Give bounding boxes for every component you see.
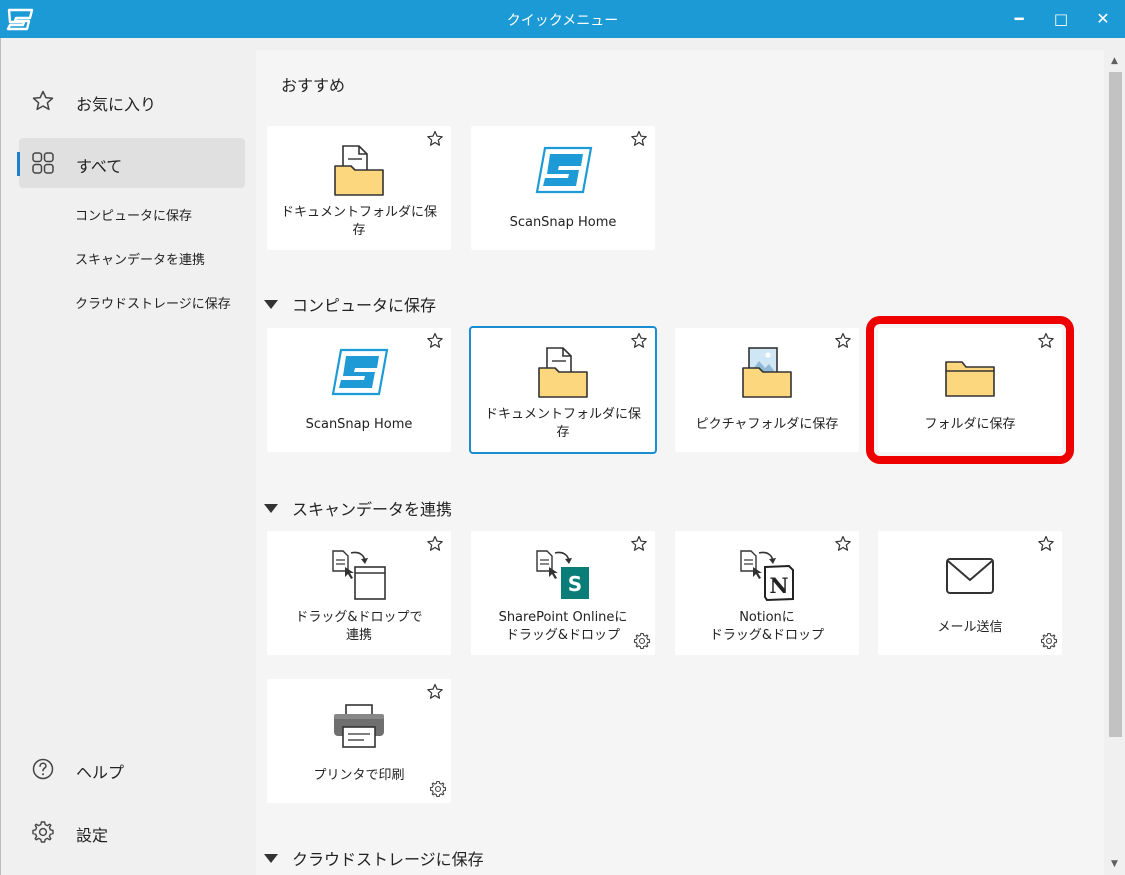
star-icon[interactable]: [1037, 535, 1055, 553]
sidebar-item-settings[interactable]: 設定: [19, 807, 245, 857]
sidebar-item-help[interactable]: ヘルプ: [19, 744, 245, 794]
card-document-folder[interactable]: ドキュメントフォルダに保 存: [267, 126, 451, 250]
star-icon[interactable]: [630, 535, 648, 553]
gear-icon: [32, 821, 54, 843]
document-folder-icon: [538, 347, 588, 398]
scroll-up-icon[interactable]: ▲: [1104, 52, 1125, 70]
star-icon[interactable]: [426, 535, 444, 553]
sidebar-item-label: お気に入り: [76, 95, 157, 114]
sidebar-item-all[interactable]: すべて: [19, 138, 245, 188]
sidebar-subitem-save-to-computer[interactable]: コンピュータに保存: [75, 205, 192, 224]
sidebar-subitem-link-scan-data[interactable]: スキャンデータを連携: [75, 249, 205, 268]
svg-text:S: S: [568, 572, 582, 596]
picture-folder-icon: [742, 347, 792, 398]
card-scansnap-home[interactable]: ScanSnap Home: [471, 126, 655, 250]
sidebar-item-label: ヘルプ: [76, 763, 125, 782]
card-label: プリンタで印刷: [313, 768, 405, 783]
card-label: Notionに ドラッグ&ドロップ: [709, 610, 825, 643]
minimize-icon[interactable]: ━: [1004, 4, 1034, 34]
sidebar-subitem-save-to-cloud[interactable]: クラウドストレージに保存: [75, 293, 231, 312]
settings-gear-icon[interactable]: [633, 632, 651, 650]
sidebar: お気に入り すべて コンピュータに保存 スキャンデータを連携 クラウドストレージ…: [0, 38, 256, 875]
star-icon[interactable]: [426, 683, 444, 701]
mail-icon: [946, 558, 994, 594]
active-indicator: [17, 152, 20, 176]
card-sharepoint-online[interactable]: S SharePoint Onlineに ドラッグ&ドロップ: [471, 531, 655, 655]
notion-icon: N: [740, 550, 794, 602]
close-icon[interactable]: ✕: [1088, 4, 1118, 34]
card-document-folder-selected[interactable]: ドキュメントフォルダに保 存: [469, 326, 657, 454]
card-label: ドキュメントフォルダに保 存: [484, 407, 641, 440]
star-icon[interactable]: [630, 332, 648, 350]
vertical-scrollbar[interactable]: ▲ ▼: [1104, 50, 1125, 875]
star-icon[interactable]: [426, 332, 444, 350]
recommended-title: おすすめ: [281, 76, 346, 95]
star-icon[interactable]: [834, 535, 852, 553]
star-icon[interactable]: [426, 130, 444, 148]
section-title: スキャンデータを連携: [292, 500, 453, 519]
help-icon: [32, 758, 54, 780]
sidebar-item-label: 設定: [76, 826, 109, 845]
scroll-thumb[interactable]: [1109, 72, 1122, 737]
scansnap-icon: [535, 146, 593, 194]
folder-icon: [945, 361, 995, 397]
svg-text:N: N: [769, 573, 788, 598]
card-label: メール送信: [937, 620, 1003, 635]
document-folder-icon: [334, 145, 384, 196]
grid-icon: [32, 152, 54, 174]
card-picture-folder[interactable]: ピクチャフォルダに保存: [675, 328, 859, 452]
section-title: コンピュータに保存: [292, 296, 437, 315]
card-label: ScanSnap Home: [305, 417, 413, 432]
collapse-triangle-icon: [264, 853, 278, 863]
card-print[interactable]: プリンタで印刷: [267, 679, 451, 803]
drag-drop-icon: [332, 550, 386, 600]
sidebar-item-favorites[interactable]: お気に入り: [19, 76, 245, 126]
star-outline-icon: [32, 90, 54, 111]
section-header-save-to-cloud[interactable]: クラウドストレージに保存: [262, 846, 484, 870]
card-label: ピクチャフォルダに保存: [695, 417, 839, 432]
star-icon[interactable]: [1037, 332, 1055, 350]
collapse-triangle-icon: [264, 503, 278, 513]
card-drag-drop[interactable]: ドラッグ&ドロップで 連携: [267, 531, 451, 655]
scansnap-icon: [331, 348, 389, 396]
printer-icon: [334, 704, 384, 748]
sidebar-item-label: すべて: [76, 157, 123, 176]
main-content: おすすめ ドキュメントフォルダに保 存 ScanSnap Home コンピュータ…: [256, 50, 1104, 875]
section-header-save-to-computer[interactable]: コンピュータに保存: [262, 292, 436, 316]
settings-gear-icon[interactable]: [1040, 632, 1058, 650]
card-save-to-folder[interactable]: フォルダに保存: [866, 316, 1074, 464]
card-label: ScanSnap Home: [509, 215, 617, 230]
title-bar: クイックメニュー ━ □ ✕: [0, 0, 1125, 38]
settings-gear-icon[interactable]: [429, 780, 447, 798]
section-header-link-scan-data[interactable]: スキャンデータを連携: [262, 496, 452, 520]
section-title: クラウドストレージに保存: [292, 850, 484, 869]
scroll-down-icon[interactable]: ▼: [1104, 855, 1125, 873]
window-title: クイックメニュー: [506, 13, 619, 29]
star-icon[interactable]: [630, 130, 648, 148]
maximize-icon[interactable]: □: [1046, 4, 1076, 34]
card-label: ドラッグ&ドロップで 連携: [295, 610, 423, 643]
card-scansnap-home[interactable]: ScanSnap Home: [267, 328, 451, 452]
card-label: SharePoint Onlineに ドラッグ&ドロップ: [498, 610, 628, 643]
card-send-mail[interactable]: メール送信: [878, 531, 1062, 655]
card-label: フォルダに保存: [924, 417, 1016, 432]
sharepoint-icon: S: [536, 550, 589, 599]
card-notion[interactable]: N Notionに ドラッグ&ドロップ: [675, 531, 859, 655]
collapse-triangle-icon: [264, 299, 278, 309]
card-label: ドキュメントフォルダに保 存: [280, 205, 437, 238]
star-icon[interactable]: [834, 332, 852, 350]
